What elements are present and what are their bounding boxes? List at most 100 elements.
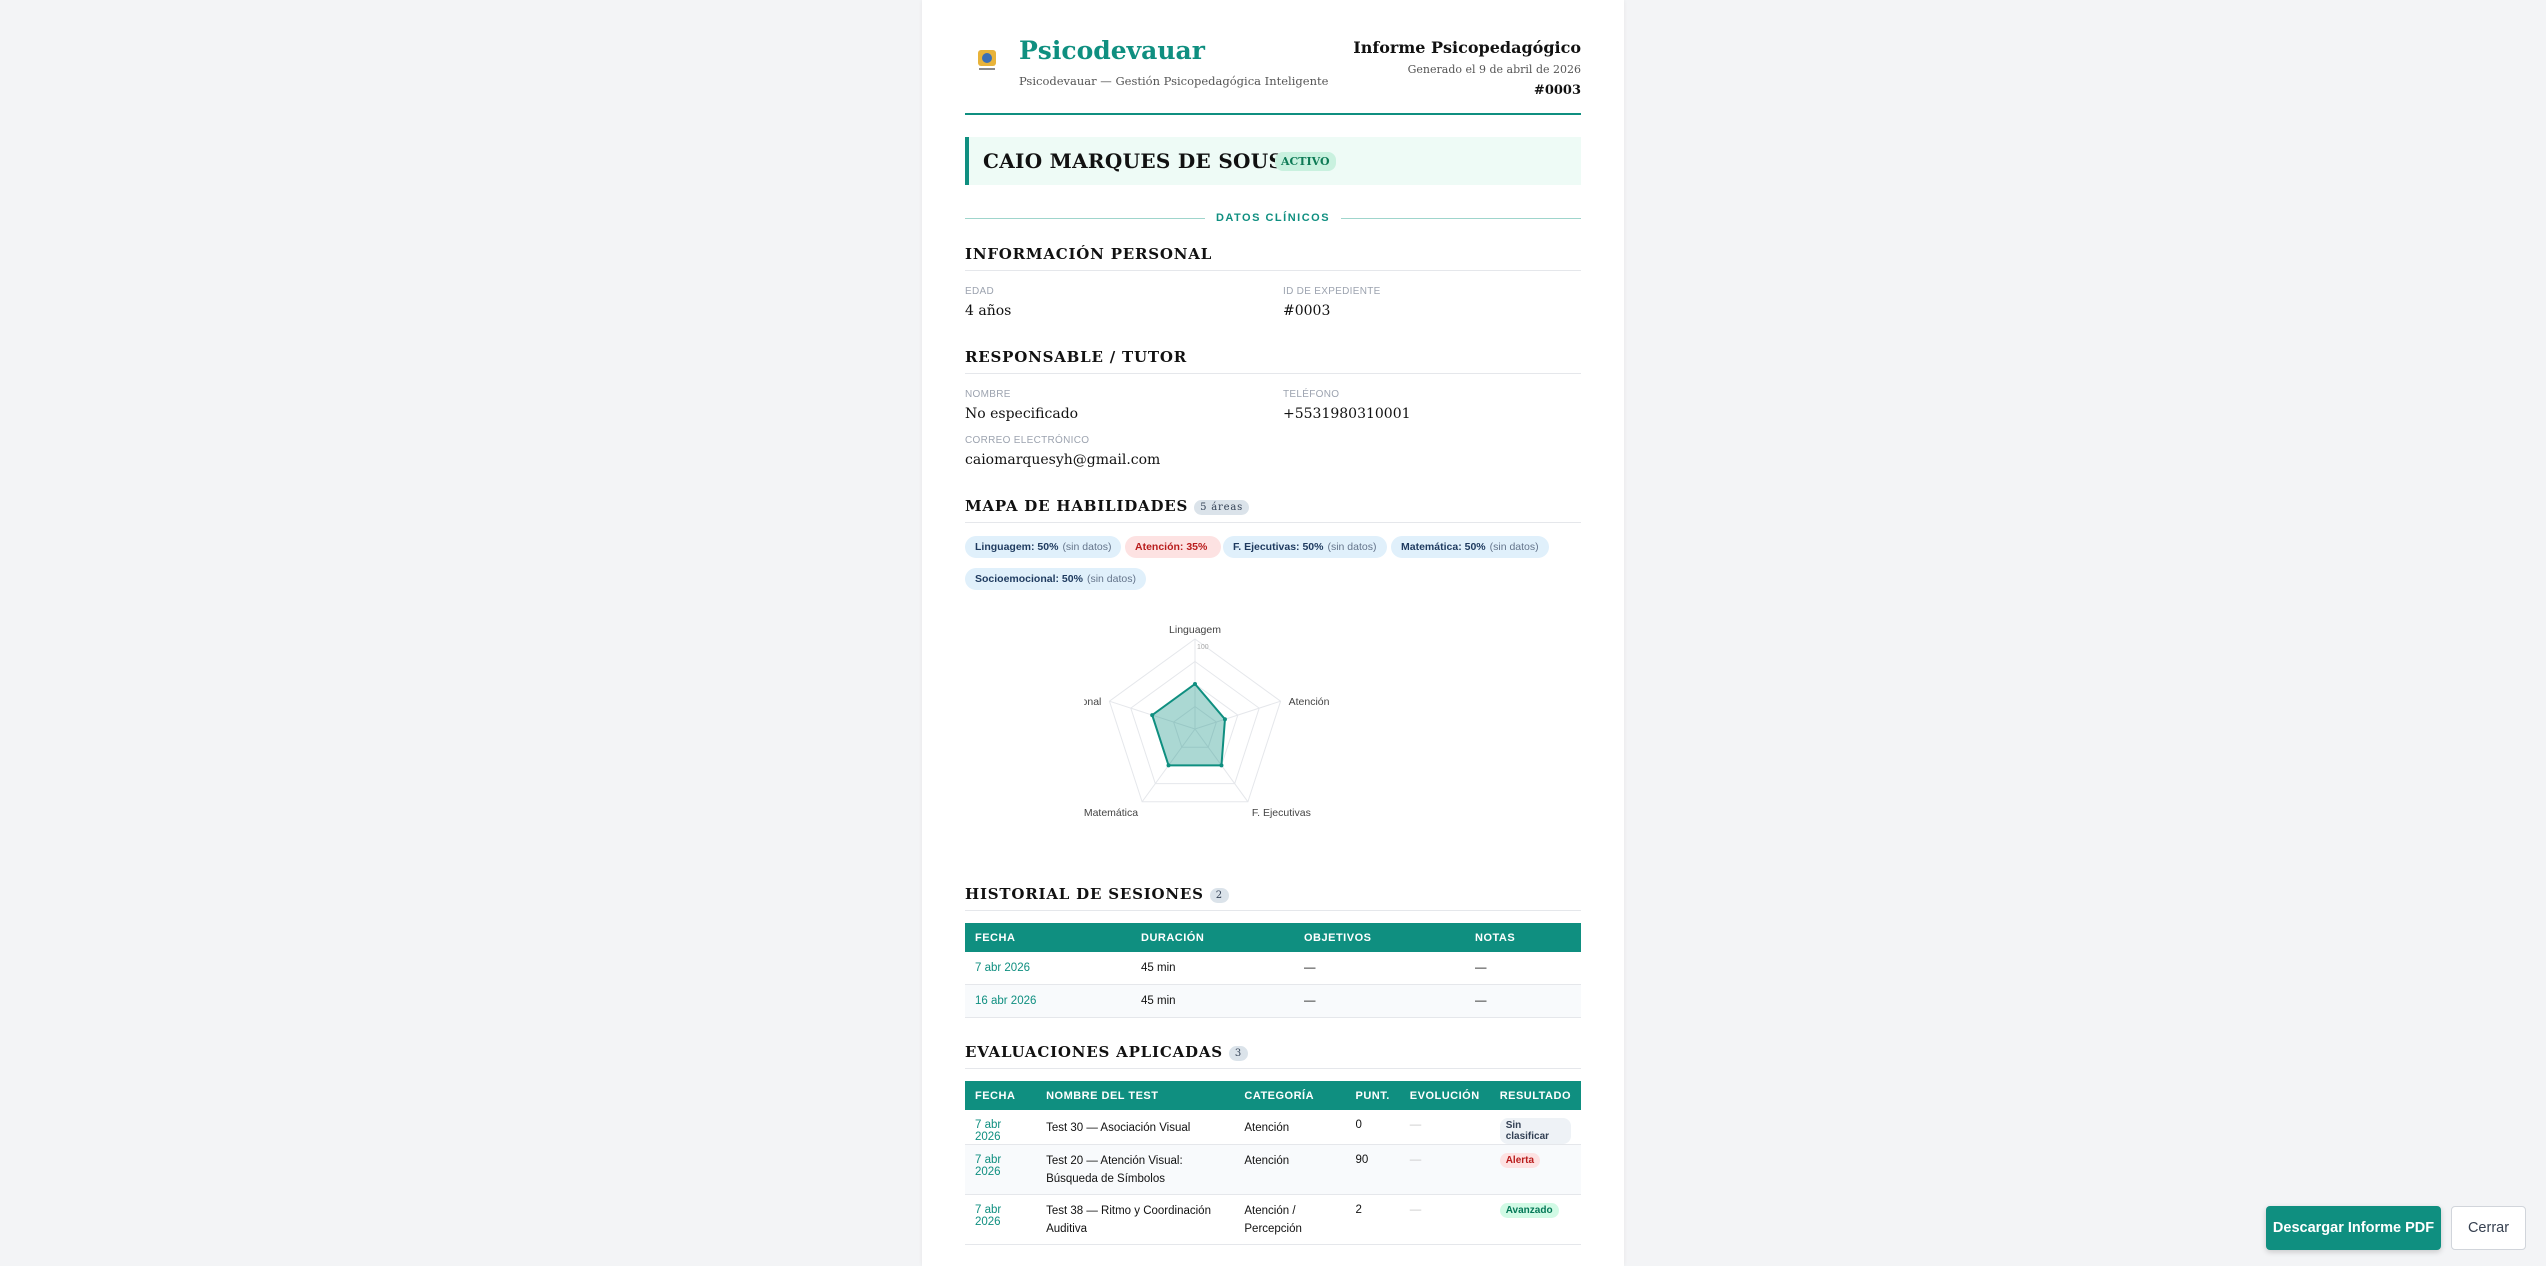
table-row: 7 abr 2026 45 min — — — [965, 952, 1581, 985]
session-objectives: — — [1294, 984, 1465, 1018]
radar-data-area — [1151, 682, 1226, 767]
session-date: 16 abr 2026 — [965, 984, 1131, 1018]
eval-score: 90 — [1345, 1144, 1400, 1195]
close-button[interactable]: Cerrar — [2451, 1206, 2526, 1250]
personal-info-title: INFORMACIÓN PERSONAL — [965, 245, 1213, 263]
status-badge: ACTIVO — [1275, 152, 1336, 171]
age-value: 4 años — [965, 303, 1012, 319]
eval-evolution: — — [1399, 1110, 1490, 1145]
radar-data-point — [1222, 717, 1227, 722]
guardian-title: RESPONSABLE / TUTOR — [965, 348, 1187, 366]
header-divider — [965, 113, 1581, 115]
eval-date: 7 abr 2026 — [965, 1110, 1037, 1145]
section-rule — [965, 373, 1581, 374]
radar-tick-label: 100 — [1197, 644, 1209, 651]
skills-title-text: MAPA DE HABILIDADES — [965, 497, 1189, 515]
sessions-title-text: HISTORIAL DE SESIONES — [965, 885, 1204, 903]
col-header: CATEGORÍA — [1234, 1081, 1346, 1110]
evaluations-title-text: EVALUACIONES APLICADAS — [965, 1043, 1223, 1061]
email-value: caiomarquesyh@gmail.com — [965, 452, 1161, 468]
session-duration: 45 min — [1131, 984, 1294, 1018]
report-page: Psicodevauar Psicodevauar — Gestión Psic… — [922, 0, 1624, 1266]
radar-axis-label: F. Ejecutivas — [1252, 807, 1311, 819]
eval-date: 7 abr 2026 — [965, 1194, 1037, 1245]
section-rule — [965, 1068, 1581, 1069]
sessions-count-badge: 2 — [1209, 887, 1229, 903]
section-rule — [965, 270, 1581, 271]
evaluations-table: FECHA NOMBRE DEL TEST CATEGORÍA PUNT. EV… — [965, 1081, 1581, 1245]
skill-chip-atencion: Atención: 35% — [1125, 536, 1222, 558]
guardian-name-value: No especificado — [965, 406, 1079, 422]
email-label: CORREO ELECTRÓNICO — [965, 435, 1090, 446]
report-id: #0003 — [1533, 83, 1581, 98]
eval-score: 0 — [1345, 1110, 1400, 1145]
col-header: EVOLUCIÓN — [1399, 1081, 1490, 1110]
evaluations-count-badge: 3 — [1228, 1045, 1249, 1061]
section-rule — [965, 910, 1581, 911]
section-rule — [965, 522, 1581, 523]
eval-test-name: Test 30 — Asociación Visual — [1036, 1110, 1235, 1145]
skill-chip-linguagem: Linguagem: 50% (sin datos) — [965, 536, 1122, 558]
brand-name: Psicodevauar — [1019, 36, 1205, 65]
phone-value: +5531980310001 — [1283, 406, 1411, 422]
session-notes: — — [1465, 984, 1581, 1018]
col-header: DURACIÓN — [1131, 923, 1294, 952]
brand-subtitle: Psicodevauar — Gestión Psicopedagógica I… — [1019, 74, 1329, 88]
table-row: 16 abr 2026 45 min — — — [965, 984, 1581, 1018]
col-header: RESULTADO — [1489, 1081, 1581, 1110]
file-id-value: #0003 — [1283, 303, 1331, 319]
evaluations-title: EVALUACIONES APLICADAS 3 — [965, 1043, 1249, 1061]
table-row: 7 abr 2026 Test 38 — Ritmo y Coordinació… — [965, 1194, 1581, 1245]
skills-count-badge: 5 áreas — [1194, 499, 1250, 515]
skill-chip-matematica: Matemática: 50% (sin datos) — [1391, 536, 1549, 558]
radar-axis-label: Atención — [1289, 696, 1330, 708]
session-objectives: — — [1294, 952, 1465, 985]
result-badge: Alerta — [1499, 1153, 1541, 1168]
col-header: FECHA — [965, 923, 1131, 952]
patient-banner: CAIO MARQUES DE SOUSA ACTIVO — [965, 137, 1581, 185]
col-header: FECHA — [965, 1081, 1037, 1110]
patient-name: CAIO MARQUES DE SOUSA — [983, 149, 1300, 173]
eval-test-name: Test 38 — Ritmo y Coordinación Auditiva — [1036, 1194, 1235, 1245]
eval-category: Atención / Percepción — [1234, 1194, 1346, 1245]
section-divider: DATOS CLÍNICOS — [965, 212, 1581, 224]
eval-score: 2 — [1345, 1194, 1400, 1245]
eval-category: Atención — [1234, 1144, 1346, 1195]
skill-chip-f-ejecutivas: F. Ejecutivas: 50% (sin datos) — [1223, 536, 1387, 558]
report-date: Generado el 9 de abril de 2026 — [1407, 63, 1581, 76]
result-badge: Sin clasificar — [1499, 1118, 1571, 1144]
result-badge: Avanzado — [1499, 1203, 1559, 1218]
table-row: 7 abr 2026 Test 30 — Asociación Visual A… — [965, 1110, 1581, 1145]
eval-evolution: — — [1399, 1144, 1490, 1195]
sessions-title: HISTORIAL DE SESIONES 2 — [965, 885, 1229, 903]
eval-category: Atención — [1234, 1110, 1346, 1145]
col-header: OBJETIVOS — [1294, 923, 1465, 952]
radar-axis-label: Linguagem — [1169, 624, 1221, 636]
radar-axis-label: Socioemocional — [1084, 696, 1101, 708]
radar-data-point — [1150, 713, 1155, 718]
session-duration: 45 min — [1131, 952, 1294, 985]
skill-chip-socioemocional: Socioemocional: 50% (sin datos) — [965, 568, 1146, 590]
table-row: 7 abr 2026 Test 20 — Atención Visual: Bú… — [965, 1144, 1581, 1195]
col-header: PUNT. — [1345, 1081, 1400, 1110]
download-pdf-button[interactable]: Descargar Informe PDF — [2266, 1206, 2441, 1250]
session-date: 7 abr 2026 — [965, 952, 1131, 985]
sessions-table: FECHA DURACIÓN OBJETIVOS NOTAS 7 abr 202… — [965, 923, 1581, 1018]
eval-test-name: Test 20 — Atención Visual: Búsqueda de S… — [1036, 1144, 1235, 1195]
file-id-label: ID DE EXPEDIENTE — [1283, 286, 1381, 297]
age-label: EDAD — [965, 286, 994, 297]
col-header: NOTAS — [1465, 923, 1581, 952]
col-header: NOMBRE DEL TEST — [1036, 1081, 1235, 1110]
radar-data-point — [1193, 682, 1197, 686]
logo-icon — [976, 48, 998, 74]
report-title: Informe Psicopedagógico — [1353, 38, 1581, 57]
radar-data-point — [1219, 763, 1224, 768]
radar-axis-label: Matemática — [1084, 807, 1138, 819]
phone-label: TELÉFONO — [1283, 389, 1340, 400]
session-notes: — — [1465, 952, 1581, 985]
radar-data-point — [1166, 763, 1171, 768]
guardian-name-label: NOMBRE — [965, 389, 1011, 400]
eval-evolution: — — [1399, 1194, 1490, 1245]
eval-date: 7 abr 2026 — [965, 1144, 1037, 1195]
skills-title: MAPA DE HABILIDADES 5 áreas — [965, 497, 1250, 515]
